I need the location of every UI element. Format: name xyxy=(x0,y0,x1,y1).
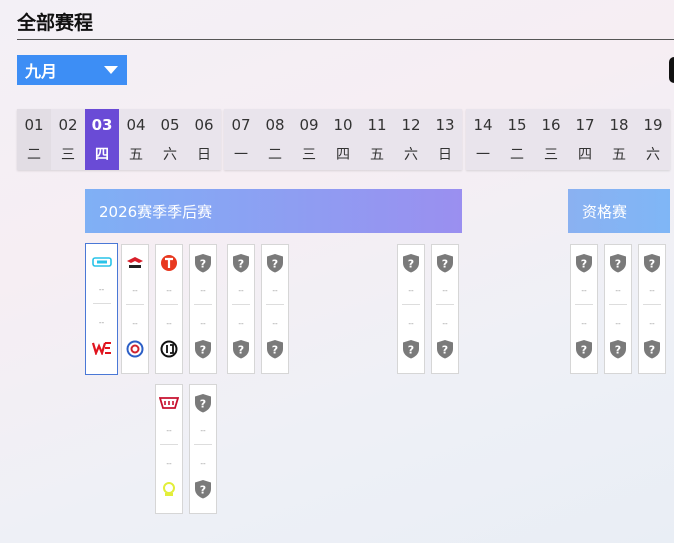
match-card[interactable]: -- -- xyxy=(570,244,598,374)
team-logo-jdg-icon xyxy=(159,393,179,413)
match-card[interactable]: -- -- xyxy=(189,244,217,374)
month-select[interactable]: 九月 xyxy=(17,55,127,85)
day-08[interactable]: 08 二 xyxy=(258,109,292,170)
tbd-shield-icon xyxy=(608,253,628,273)
team-logo-blue-ring-icon xyxy=(125,339,145,359)
tbd-shield-icon xyxy=(642,253,662,273)
day-14[interactable]: 14 一 xyxy=(466,109,500,170)
tbd-shield-icon xyxy=(608,339,628,359)
day-03[interactable]: 03 四 xyxy=(85,109,119,170)
match-card[interactable]: -- -- xyxy=(397,244,425,374)
title-divider xyxy=(17,39,674,40)
tbd-shield-icon xyxy=(401,339,421,359)
match-card[interactable]: -- -- xyxy=(604,244,632,374)
team-logo-tes-icon xyxy=(159,253,179,273)
match-card[interactable]: -- -- xyxy=(189,384,217,514)
match-card[interactable]: -- -- xyxy=(638,244,666,374)
day-19[interactable]: 19 六 xyxy=(636,109,670,170)
tbd-shield-icon xyxy=(642,339,662,359)
match-card[interactable]: -- -- xyxy=(227,244,255,374)
tbd-shield-icon xyxy=(401,253,421,273)
tbd-shield-icon xyxy=(193,393,213,413)
tbd-shield-icon xyxy=(193,339,213,359)
match-card[interactable]: -- -- xyxy=(155,244,183,374)
day-01[interactable]: 01 二 xyxy=(17,109,51,170)
match-card[interactable]: -- -- xyxy=(121,244,149,374)
team-logo-we-icon xyxy=(91,338,112,358)
tbd-shield-icon xyxy=(231,253,251,273)
tbd-shield-icon xyxy=(193,479,213,499)
calendar-week-1: 01 二 02 三 03 四 04 五 05 六 06 日 xyxy=(17,109,221,170)
day-11[interactable]: 11 五 xyxy=(360,109,394,170)
tbd-shield-icon xyxy=(193,253,213,273)
day-09[interactable]: 09 三 xyxy=(292,109,326,170)
caret-down-icon xyxy=(104,66,118,74)
match-card[interactable]: -- -- xyxy=(155,384,183,514)
stage-banner-playoffs: 2026赛季季后赛 xyxy=(85,189,462,233)
day-02[interactable]: 02 三 xyxy=(51,109,85,170)
day-07[interactable]: 07 一 xyxy=(224,109,258,170)
tbd-shield-icon xyxy=(574,339,594,359)
match-score-bottom: -- xyxy=(98,318,105,327)
month-select-value: 九月 xyxy=(25,62,58,81)
day-15[interactable]: 15 二 xyxy=(500,109,534,170)
tbd-shield-icon xyxy=(265,339,285,359)
team-logo-cyan-icon xyxy=(91,252,112,272)
match-card[interactable]: -- -- xyxy=(431,244,459,374)
day-10[interactable]: 10 四 xyxy=(326,109,360,170)
tbd-shield-icon xyxy=(265,253,285,273)
team-logo-lime-icon xyxy=(159,479,179,499)
tbd-shield-icon xyxy=(231,339,251,359)
tbd-shield-icon xyxy=(435,339,455,359)
day-17[interactable]: 17 四 xyxy=(568,109,602,170)
match-card[interactable]: -- -- xyxy=(261,244,289,374)
day-16[interactable]: 16 三 xyxy=(534,109,568,170)
day-06[interactable]: 06 日 xyxy=(187,109,221,170)
day-18[interactable]: 18 五 xyxy=(602,109,636,170)
stage-banner-qualifier: 资格赛 xyxy=(568,189,670,233)
day-04[interactable]: 04 五 xyxy=(119,109,153,170)
match-card[interactable]: -- -- xyxy=(85,243,118,375)
calendar-week-3: 14 一 15 二 16 三 17 四 18 五 19 六 xyxy=(466,109,670,170)
page-title: 全部赛程 xyxy=(17,12,94,34)
view-toggle-button[interactable] xyxy=(669,57,674,83)
team-logo-ig-icon xyxy=(159,339,179,359)
match-score-top: -- xyxy=(98,285,105,294)
calendar-week-2: 07 一 08 二 09 三 10 四 11 五 12 六 13 日 xyxy=(224,109,462,170)
day-13[interactable]: 13 日 xyxy=(428,109,462,170)
team-logo-red-wing-icon xyxy=(125,253,145,273)
tbd-shield-icon xyxy=(435,253,455,273)
tbd-shield-icon xyxy=(574,253,594,273)
day-05[interactable]: 05 六 xyxy=(153,109,187,170)
day-12[interactable]: 12 六 xyxy=(394,109,428,170)
